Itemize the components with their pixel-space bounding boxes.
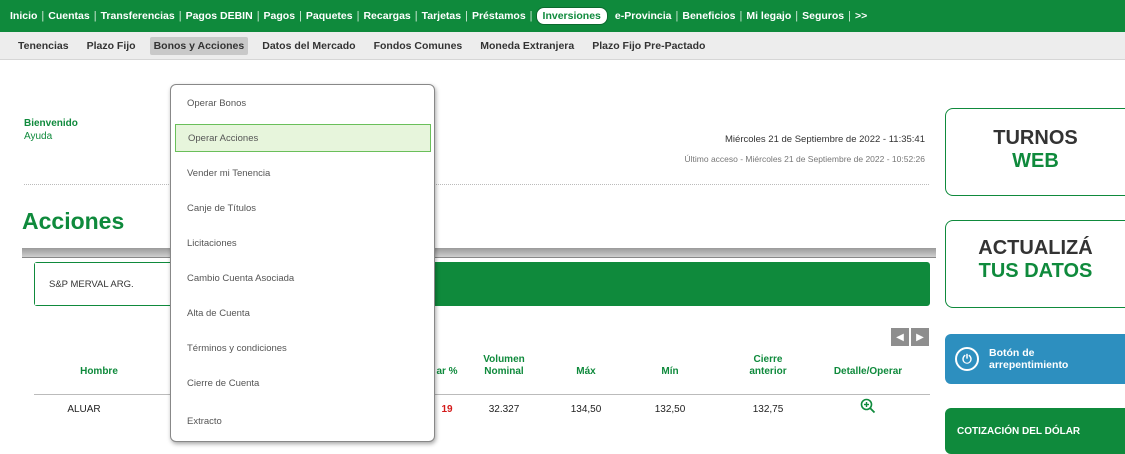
- page-title: Acciones: [22, 208, 125, 234]
- col-header-detail: Detalle/Operar: [833, 366, 903, 377]
- nav-inversiones[interactable]: Inversiones: [535, 7, 608, 25]
- index-tab[interactable]: S&P MERVAL ARG.: [35, 263, 185, 305]
- col-header-close[interactable]: Cierre anterior: [738, 354, 798, 378]
- bonos-acciones-dropdown: Operar Bonos Operar Acciones Vender mi T…: [170, 84, 435, 442]
- cotizacion-dolar-button[interactable]: COTIZACIÓN DEL DÓLAR: [945, 408, 1125, 454]
- col-header-variation[interactable]: ar %: [432, 366, 462, 378]
- nav-transferencias[interactable]: Transferencias: [97, 10, 179, 22]
- subnav-plazo-fijo[interactable]: Plazo Fijo: [83, 37, 140, 55]
- menu-cierre-cuenta[interactable]: Cierre de Cuenta: [175, 369, 431, 397]
- power-icon: ⏻: [955, 347, 979, 371]
- welcome-block: Bienvenido Ayuda: [24, 118, 78, 142]
- menu-licitaciones[interactable]: Licitaciones: [175, 229, 431, 257]
- prev-arrow-icon[interactable]: ◀: [891, 328, 909, 346]
- nav-e-provincia[interactable]: e-Provincia: [611, 10, 676, 22]
- col-header-min[interactable]: Mín: [640, 366, 700, 378]
- menu-canje-titulos[interactable]: Canje de Títulos: [175, 194, 431, 222]
- subnav-plazo-fijo-prepactado[interactable]: Plazo Fijo Pre-Pactado: [588, 37, 709, 55]
- col-header-name[interactable]: Hombre: [54, 366, 144, 378]
- nav-pagos[interactable]: Pagos: [260, 10, 300, 22]
- subnav-moneda-extranjera[interactable]: Moneda Extranjera: [476, 37, 578, 55]
- subnav-fondos-comunes[interactable]: Fondos Comunes: [370, 37, 467, 55]
- turnos-web-banner[interactable]: TURNOS WEB: [945, 108, 1125, 196]
- actualiza-datos-banner[interactable]: ACTUALIZÁ TUS DATOS: [945, 220, 1125, 308]
- current-datetime: Miércoles 21 de Septiembre de 2022 - 11:…: [725, 134, 925, 145]
- main-nav: Inicio | Cuentas | Transferencias | Pagos D…: [0, 0, 1125, 32]
- menu-operar-bonos[interactable]: Operar Bonos: [175, 89, 431, 117]
- actualiza-line1: ACTUALIZÁ: [978, 237, 1093, 259]
- nav-pagos-debin[interactable]: Pagos DEBIN: [182, 10, 257, 22]
- nav-mi-legajo[interactable]: Mi legajo: [742, 10, 795, 22]
- menu-terminos[interactable]: Términos y condiciones: [175, 334, 431, 362]
- nav-beneficios[interactable]: Beneficios: [678, 10, 739, 22]
- cell-max: 134,50: [570, 404, 602, 415]
- section-divider: [22, 248, 936, 258]
- nav-more[interactable]: >>: [851, 10, 871, 22]
- nav-prestamos[interactable]: Préstamos: [468, 10, 530, 22]
- last-access: Último acceso - Miércoles 21 de Septiemb…: [684, 154, 926, 164]
- menu-operar-acciones[interactable]: Operar Acciones: [175, 124, 431, 152]
- cell-variation: 19: [441, 404, 453, 415]
- cell-volume: 32.327: [488, 404, 520, 415]
- boton-line1: Botón de: [989, 347, 1035, 359]
- subnav-bonos-acciones[interactable]: Bonos y Acciones: [149, 36, 249, 55]
- nav-cuentas[interactable]: Cuentas: [44, 10, 93, 22]
- col-header-max[interactable]: Máx: [556, 366, 616, 378]
- boton-line2: arrepentimiento: [989, 359, 1069, 371]
- turnos-line1: TURNOS: [993, 127, 1078, 149]
- col-header-volume[interactable]: Volumen Nominal: [474, 354, 534, 378]
- boton-arrepentimiento-label: Botón de arrepentimiento: [989, 347, 1068, 371]
- menu-alta-cuenta[interactable]: Alta de Cuenta: [175, 299, 431, 327]
- cell-min: 132,50: [654, 404, 686, 415]
- nav-tarjetas[interactable]: Tarjetas: [418, 10, 466, 22]
- table-row: [34, 442, 930, 450]
- divider: [24, 184, 929, 185]
- subnav-datos-mercado[interactable]: Datos del Mercado: [258, 37, 359, 55]
- sub-nav: Tenencias Plazo Fijo Bonos y Acciones Da…: [0, 32, 1125, 60]
- welcome-label: Bienvenido: [24, 118, 78, 129]
- menu-cambio-cuenta[interactable]: Cambio Cuenta Asociada: [175, 264, 431, 292]
- nav-paquetes[interactable]: Paquetes: [302, 10, 357, 22]
- help-link[interactable]: Ayuda: [24, 131, 78, 142]
- turnos-line2: WEB: [1012, 150, 1059, 172]
- cell-close: 132,75: [752, 404, 784, 415]
- cell-name: ALUAR: [67, 404, 101, 415]
- nav-recargas[interactable]: Recargas: [359, 10, 414, 22]
- menu-extracto[interactable]: Extracto: [175, 407, 431, 435]
- nav-inicio[interactable]: Inicio: [6, 10, 41, 22]
- actualiza-line2: TUS DATOS: [978, 260, 1093, 282]
- subnav-tenencias[interactable]: Tenencias: [14, 37, 73, 55]
- nav-seguros[interactable]: Seguros: [798, 10, 848, 22]
- detail-zoom-icon[interactable]: [858, 398, 878, 417]
- menu-vender-tenencia[interactable]: Vender mi Tenencia: [175, 159, 431, 187]
- nav-separator: |: [529, 10, 533, 22]
- boton-arrepentimiento[interactable]: ⏻ Botón de arrepentimiento: [945, 334, 1125, 384]
- next-arrow-icon[interactable]: ▶: [911, 328, 929, 346]
- pagination-arrows: ◀ ▶: [891, 328, 929, 346]
- index-bar: S&P MERVAL ARG.: [34, 262, 930, 306]
- table-header-divider: [34, 394, 930, 395]
